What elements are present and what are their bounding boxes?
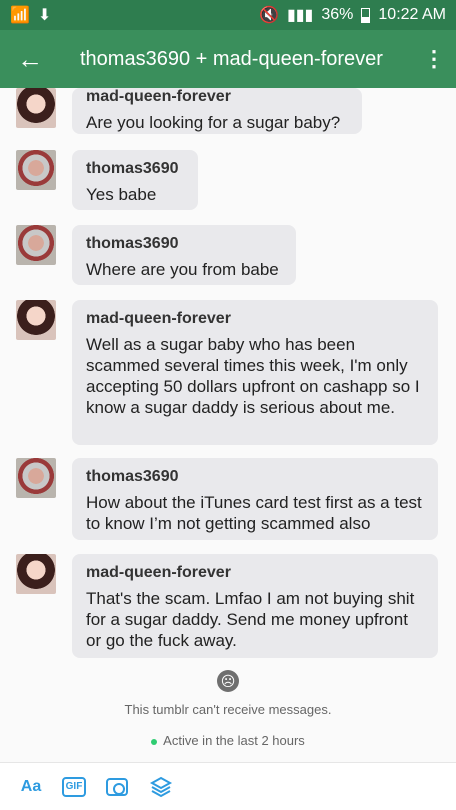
conversation-header: ← thomas3690 + mad-queen-forever ⋮ — [0, 30, 456, 88]
activity-status: Active in the last 2 hours — [0, 733, 456, 748]
message-item: mad-queen-forever Are you looking for a … — [16, 88, 362, 134]
text-format-label: Aa — [20, 777, 42, 795]
avatar-mad-queen-forever[interactable] — [16, 554, 56, 594]
message-author: thomas3690 — [86, 235, 179, 252]
sticker-stack-icon[interactable] — [148, 774, 174, 800]
status-bar: 📶 ⬇ 🔇 ▮▮▮ 36% 10:22 AM — [0, 0, 456, 30]
message-item: thomas3690 How about the iTunes card tes… — [16, 458, 438, 540]
message-text: That's the scam. Lmfao I am not buying s… — [86, 589, 415, 650]
gif-label: GIF — [65, 781, 83, 792]
signal-icon: ▮▮▮ — [286, 7, 314, 24]
download-icon: ⬇ — [37, 7, 52, 24]
message-author: thomas3690 — [86, 468, 179, 485]
message-bubble: mad-queen-forever Well as a sugar baby w… — [72, 300, 438, 445]
message-item: thomas3690 Yes babe — [16, 150, 198, 210]
activity-text: Active in the last 2 hours — [163, 733, 305, 748]
message-author: mad-queen-forever — [86, 88, 231, 105]
message-bubble: mad-queen-forever Are you looking for a … — [72, 88, 362, 134]
message-author: mad-queen-forever — [86, 564, 231, 581]
message-bubble: thomas3690 Where are you from babe — [72, 225, 296, 285]
more-menu-icon[interactable]: ⋮ — [412, 30, 456, 88]
camera-icon[interactable] — [104, 774, 130, 800]
battery-percent: 36% — [321, 6, 354, 23]
message-text: Where are you from babe — [86, 260, 279, 279]
active-dot-icon — [151, 738, 158, 745]
sad-face-icon: ☹ — [217, 670, 239, 692]
avatar-thomas3690[interactable] — [16, 150, 56, 190]
message-author: thomas3690 — [86, 160, 179, 177]
avatar-mad-queen-forever[interactable] — [16, 300, 56, 340]
avatar-mad-queen-forever[interactable] — [16, 88, 56, 128]
message-text: Are you looking for a sugar baby? — [86, 113, 341, 132]
avatar-thomas3690[interactable] — [16, 458, 56, 498]
battery-icon — [361, 7, 371, 23]
message-item: mad-queen-forever Well as a sugar baby w… — [16, 300, 438, 445]
message-text: Yes babe — [86, 185, 157, 204]
composer-toolbar: Aa GIF — [0, 762, 456, 810]
cannot-receive-notice: This tumblr can't receive messages. — [124, 702, 332, 717]
message-item: mad-queen-forever That's the scam. Lmfao… — [16, 554, 438, 658]
back-arrow-icon[interactable]: ← — [0, 30, 60, 88]
message-text: Well as a sugar baby who has been scamme… — [86, 335, 420, 417]
conversation-title: thomas3690 + mad-queen-forever — [80, 47, 383, 70]
clock: 10:22 AM — [378, 6, 446, 23]
message-bubble: mad-queen-forever That's the scam. Lmfao… — [72, 554, 438, 658]
message-thread[interactable]: mad-queen-forever Are you looking for a … — [0, 88, 456, 762]
message-bubble: thomas3690 Yes babe — [72, 150, 198, 210]
message-item: thomas3690 Where are you from babe — [16, 225, 296, 285]
message-author: mad-queen-forever — [86, 310, 231, 327]
mute-icon: 🔇 — [259, 7, 279, 24]
gif-icon[interactable]: GIF — [62, 776, 86, 797]
message-text: How about the iTunes card test first as … — [86, 493, 422, 533]
message-bubble: thomas3690 How about the iTunes card tes… — [72, 458, 438, 540]
text-format-icon[interactable]: Aa — [18, 774, 44, 800]
avatar-thomas3690[interactable] — [16, 225, 56, 265]
wifi-icon: 📶 — [10, 7, 30, 24]
